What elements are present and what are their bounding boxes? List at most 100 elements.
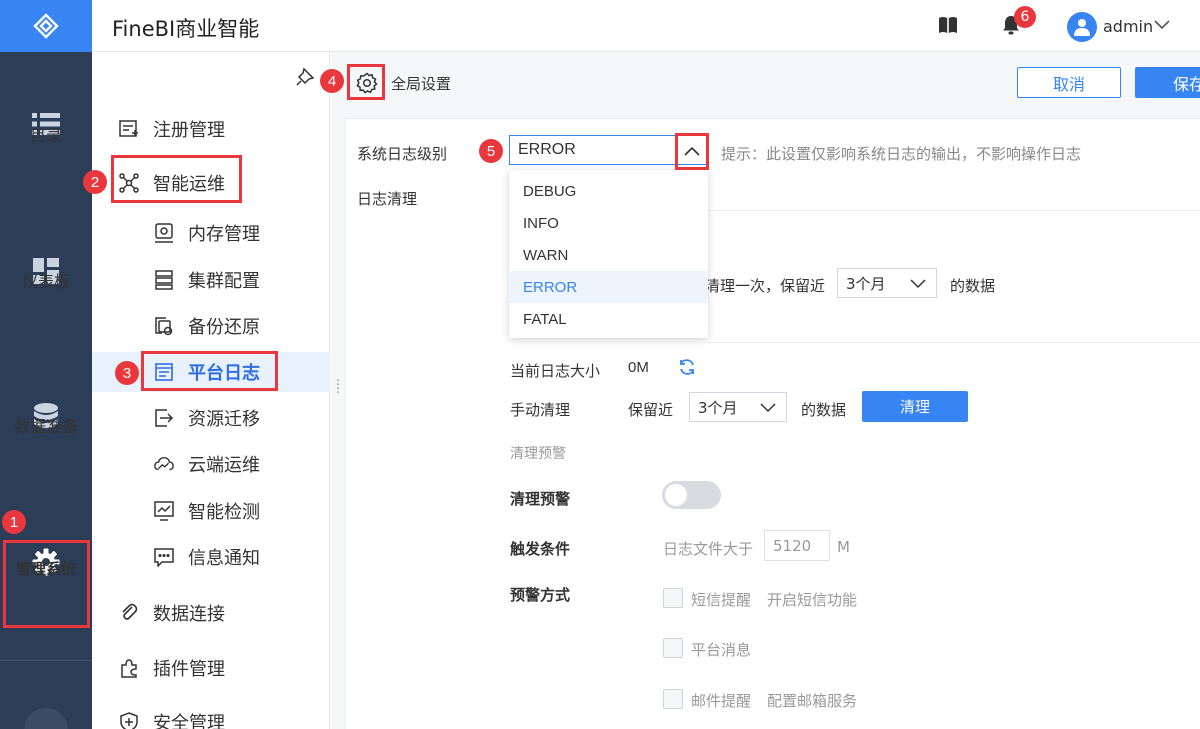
subnav-item-notify[interactable]: 信息通知 <box>92 537 330 577</box>
subnav-label: 资源迁移 <box>188 409 260 430</box>
user-icon <box>1074 19 1090 36</box>
step-badge-2: 2 <box>83 170 107 194</box>
username[interactable]: admin <box>1103 17 1153 36</box>
dropdown-option[interactable]: INFO <box>509 207 708 239</box>
memory-icon <box>154 223 174 243</box>
rail-label: 仪表板 <box>21 272 70 291</box>
auto-clean-text: 清理一次，保留近 <box>705 277 826 295</box>
register-icon <box>119 119 139 139</box>
refresh-icon[interactable] <box>678 358 696 376</box>
avatar[interactable] <box>1067 12 1097 42</box>
step-badge-3: 3 <box>115 361 139 385</box>
chevron-down-icon <box>760 403 776 413</box>
subnav-item-connection[interactable]: 数据连接 <box>92 593 330 633</box>
warning-toggle-label: 清理预警 <box>510 490 571 508</box>
auto-clean-retain-select[interactable]: 3个月 <box>837 268 937 298</box>
sms-checkbox[interactable] <box>663 588 683 608</box>
message-icon <box>154 547 174 567</box>
manual-clean-label: 手动清理 <box>510 401 571 419</box>
subnav-item-detect[interactable]: 智能检测 <box>92 491 330 531</box>
platform-msg-checkbox[interactable] <box>663 638 683 658</box>
highlight-gear <box>347 64 385 100</box>
plugin-icon <box>119 658 139 678</box>
email-label: 邮件提醒 <box>691 692 752 710</box>
link-icon <box>119 603 139 623</box>
chevron-down-icon <box>910 279 926 289</box>
warn-method-label: 预警方式 <box>510 586 571 604</box>
rail-item-data-prep[interactable]: 数据准备 <box>0 403 92 436</box>
app-logo[interactable] <box>0 0 92 52</box>
toggle-knob <box>665 484 687 506</box>
rail-item-catalog[interactable]: 目录 <box>0 112 92 145</box>
subnav-item-security[interactable]: 安全管理 <box>92 702 330 729</box>
trigger-unit: M <box>837 538 850 556</box>
step-badge-1: 1 <box>2 510 26 534</box>
trigger-text: 日志文件大于 <box>663 540 754 558</box>
subnav-item-plugin[interactable]: 插件管理 <box>92 648 330 688</box>
manual-retain-value: 3个月 <box>698 398 738 417</box>
backup-icon <box>154 316 174 336</box>
subnav-label: 注册管理 <box>153 120 225 141</box>
save-button[interactable]: 保存 <box>1135 67 1200 98</box>
rail-add-button[interactable] <box>24 708 68 729</box>
dropdown-option[interactable]: WARN <box>509 239 708 271</box>
help-book-icon[interactable] <box>938 16 958 34</box>
monitor-icon <box>154 501 174 521</box>
subnav-label: 集群配置 <box>188 271 260 292</box>
subnav-label: 备份还原 <box>188 317 260 338</box>
page-title: 全局设置 <box>391 75 452 93</box>
step-badge-5: 5 <box>479 139 503 163</box>
notification-badge: 6 <box>1014 6 1036 28</box>
log-level-hint: 提示：此设置仅影响系统日志的输出，不影响操作日志 <box>721 145 1082 163</box>
highlight-admin <box>3 540 90 628</box>
pin-icon[interactable] <box>296 66 316 86</box>
app-header: FineBI商业智能 6 admin <box>92 0 1200 52</box>
subnav-label: 插件管理 <box>153 659 225 680</box>
subnav-label: 云端运维 <box>188 455 260 476</box>
subnav-label: 数据连接 <box>153 604 225 625</box>
log-level-label: 系统日志级别 <box>357 145 448 163</box>
subnav-item-cloud[interactable]: 云端运维 <box>92 444 330 484</box>
subnav-item-cluster[interactable]: 集群配置 <box>92 260 330 300</box>
log-level-dropdown: DEBUG INFO WARN ERROR FATAL <box>509 170 708 338</box>
subnav-item-memory[interactable]: 内存管理 <box>92 213 330 253</box>
divider <box>708 342 1200 343</box>
dropdown-option[interactable]: DEBUG <box>509 175 708 207</box>
dropdown-option-selected[interactable]: ERROR <box>509 271 708 303</box>
manual-retain-select[interactable]: 3个月 <box>689 392 787 422</box>
resize-handle[interactable]: ⋮ ⋮ <box>332 378 344 394</box>
subnav-label: 智能检测 <box>188 502 260 523</box>
warning-toggle[interactable] <box>662 481 721 509</box>
shield-icon <box>119 712 139 729</box>
divider <box>708 210 1200 211</box>
subnav-label: 信息通知 <box>188 548 260 569</box>
platform-msg-label: 平台消息 <box>691 641 752 659</box>
current-size-value: 0M <box>628 359 649 376</box>
email-setup-link[interactable]: 配置邮箱服务 <box>767 690 857 711</box>
step-badge-4: 4 <box>320 69 344 93</box>
manual-suffix: 的数据 <box>801 401 847 419</box>
email-checkbox[interactable] <box>663 689 683 709</box>
subnav-label: 安全管理 <box>153 713 225 729</box>
migrate-icon <box>154 408 174 428</box>
subnav-item-backup[interactable]: 备份还原 <box>92 306 330 346</box>
manual-retain-label: 保留近 <box>628 401 674 419</box>
subnav-item-migrate[interactable]: 资源迁移 <box>92 398 330 438</box>
auto-clean-retain-value: 3个月 <box>846 274 886 293</box>
rail-item-dashboard[interactable]: 仪表板 <box>0 258 92 291</box>
trigger-label: 触发条件 <box>510 540 571 558</box>
clear-button[interactable]: 清理 <box>862 391 968 422</box>
highlight-ops <box>111 155 242 203</box>
cancel-button[interactable]: 取消 <box>1017 67 1121 98</box>
log-level-value: ERROR <box>518 141 576 158</box>
dropdown-option[interactable]: FATAL <box>509 303 708 335</box>
subnav-label: 内存管理 <box>188 224 260 245</box>
sms-setup-link[interactable]: 开启短信功能 <box>767 589 857 610</box>
chevron-down-icon[interactable] <box>1154 18 1170 30</box>
app-title: FineBI商业智能 <box>112 17 260 41</box>
logo-icon <box>33 13 59 39</box>
rail-label: 目录 <box>29 126 62 145</box>
subnav-item-register[interactable]: 注册管理 <box>92 109 330 149</box>
trigger-size-input[interactable]: 5120 <box>764 530 830 561</box>
rail-label: 数据准备 <box>13 417 78 436</box>
